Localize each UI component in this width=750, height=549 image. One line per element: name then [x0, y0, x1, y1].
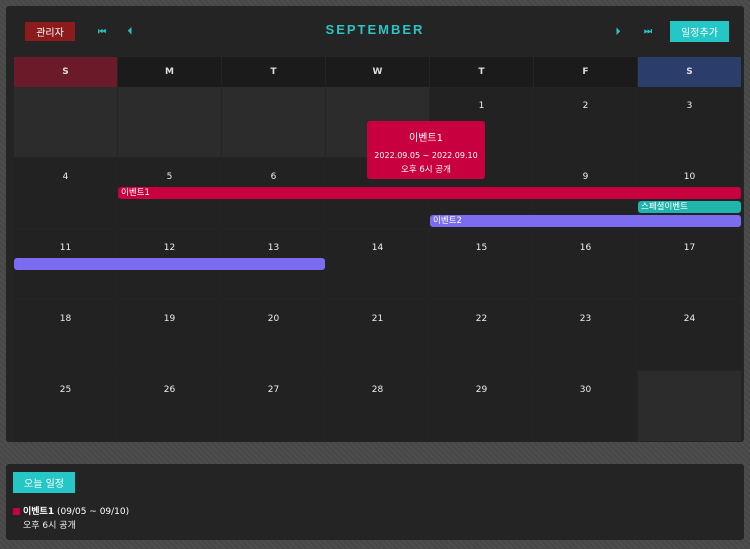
day-cell[interactable]: 20 [222, 300, 325, 370]
day-number: 23 [579, 314, 592, 324]
day-cell[interactable]: 25 [14, 371, 117, 441]
weekday-header: T [430, 57, 533, 87]
special-event-bar[interactable]: 스페셜이벤트 [638, 201, 741, 213]
day-cell[interactable]: 2 [534, 87, 637, 157]
weekday-header: S [638, 57, 741, 87]
weekday-header: M [118, 57, 221, 87]
day-number: 30 [579, 385, 592, 395]
weekday-header: F [534, 57, 637, 87]
day-number: 9 [582, 172, 589, 182]
day-number: 6 [270, 172, 277, 182]
day-number: 13 [267, 243, 280, 253]
weekday-header: S [14, 57, 117, 87]
day-number: 10 [683, 172, 696, 182]
event2-bar-continued[interactable] [14, 258, 325, 270]
day-cell[interactable]: 29 [430, 371, 533, 441]
day-number: 1 [478, 101, 485, 111]
day-number: 3 [686, 101, 693, 111]
day-cell[interactable]: 21 [326, 300, 429, 370]
day-number: 14 [371, 243, 384, 253]
day-cell[interactable]: 26 [118, 371, 221, 441]
calendar-header: 관리자 ⏮ ⏴ SEPTEMBER ⏵ ⏭ 일정추가 [6, 6, 744, 50]
last-month-icon[interactable]: ⏭ [641, 24, 655, 38]
day-cell[interactable]: 28 [326, 371, 429, 441]
day-number: 2 [582, 101, 589, 111]
tooltip-desc: 오후 6시 공개 [401, 165, 451, 175]
day-number: 4 [62, 172, 69, 182]
weekday-header: W [326, 57, 429, 87]
day-number: 25 [59, 385, 72, 395]
empty-day-cell [14, 87, 117, 157]
today-event-desc: 오후 6시 공개 [23, 521, 76, 531]
day-number: 17 [683, 243, 696, 253]
day-number: 21 [371, 314, 384, 324]
empty-day-cell [222, 87, 325, 157]
day-number: 28 [371, 385, 384, 395]
empty-day-cell [118, 87, 221, 157]
day-number: 27 [267, 385, 280, 395]
tooltip-range: 2022.09.05 ~ 2022.09.10 [374, 151, 478, 160]
today-schedule-button[interactable]: 오늘 일정 [13, 472, 75, 493]
day-cell[interactable]: 18 [14, 300, 117, 370]
event-tooltip: 이벤트1 2022.09.05 ~ 2022.09.10 오후 6시 공개 [367, 121, 485, 179]
day-cell[interactable]: 19 [118, 300, 221, 370]
day-number: 29 [475, 385, 488, 395]
empty-day-cell [638, 371, 741, 441]
today-panel: 오늘 일정 이벤트1 (09/05 ~ 09/10) 오후 6시 공개 [6, 464, 744, 540]
today-event-item[interactable]: 이벤트1 (09/05 ~ 09/10) [13, 504, 129, 517]
day-cell[interactable]: 3 [638, 87, 741, 157]
day-number: 12 [163, 243, 176, 253]
day-number: 26 [163, 385, 176, 395]
day-number: 22 [475, 314, 488, 324]
event2-bar[interactable]: 이벤트2 [430, 215, 741, 227]
next-month-icon[interactable]: ⏵ [611, 24, 625, 38]
day-cell[interactable]: 4 [14, 158, 117, 228]
event-color-bullet [13, 508, 20, 515]
day-number: 20 [267, 314, 280, 324]
day-cell[interactable]: 16 [534, 229, 637, 299]
add-event-button[interactable]: 일정추가 [670, 21, 729, 42]
day-cell[interactable]: 27 [222, 371, 325, 441]
day-number: 15 [475, 243, 488, 253]
day-cell[interactable]: 22 [430, 300, 533, 370]
day-cell[interactable]: 14 [326, 229, 429, 299]
day-number: 16 [579, 243, 592, 253]
day-cell[interactable]: 23 [534, 300, 637, 370]
calendar-panel: 관리자 ⏮ ⏴ SEPTEMBER ⏵ ⏭ 일정추가 SMTWTFS123456… [6, 6, 744, 442]
day-cell[interactable]: 15 [430, 229, 533, 299]
event1-bar[interactable]: 이벤트1 [118, 187, 741, 199]
day-cell[interactable]: 30 [534, 371, 637, 441]
tooltip-title: 이벤트1 [409, 133, 443, 144]
day-number: 24 [683, 314, 696, 324]
day-number: 19 [163, 314, 176, 324]
day-number: 5 [166, 172, 173, 182]
day-number: 11 [59, 243, 72, 253]
month-title: SEPTEMBER [325, 22, 425, 37]
day-cell[interactable]: 17 [638, 229, 741, 299]
day-number: 18 [59, 314, 72, 324]
today-event-title: 이벤트1 [23, 507, 55, 517]
today-event-range: (09/05 ~ 09/10) [56, 507, 130, 517]
weekday-header: T [222, 57, 325, 87]
day-cell[interactable]: 24 [638, 300, 741, 370]
